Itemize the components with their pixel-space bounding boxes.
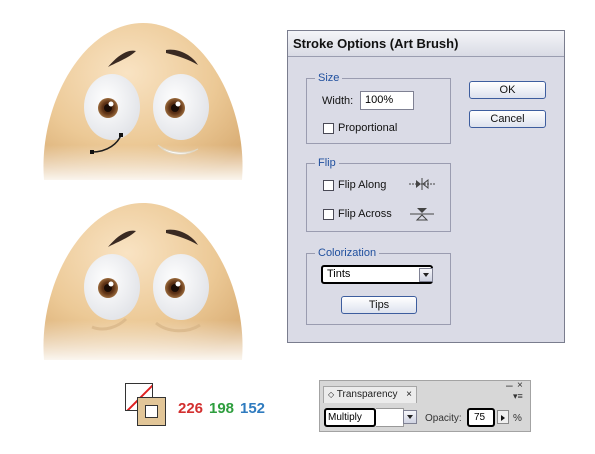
close-panel-icon[interactable]: × [517, 380, 523, 391]
ok-button[interactable]: OK [469, 81, 546, 99]
red-value: 226 [178, 400, 204, 417]
fill-stroke-swatch[interactable] [125, 383, 170, 428]
transparency-panel: ◇ Transparency × – × ▾≡ Multiply Opacity… [319, 378, 531, 432]
flip-across-checkbox[interactable] [323, 209, 334, 220]
opacity-input[interactable]: 75 [467, 408, 495, 427]
blue-value: 152 [240, 400, 266, 417]
size-legend: Size [318, 72, 340, 84]
proportional-checkbox[interactable] [323, 123, 334, 134]
egg-illustration-bottom [38, 203, 248, 365]
cancel-button[interactable]: Cancel [469, 110, 546, 128]
colorization-legend: Colorization [318, 247, 377, 259]
dialog-title: Stroke Options (Art Brush) [288, 31, 564, 57]
flip-across-icon [410, 208, 434, 221]
proportional-label: Proportional [338, 122, 398, 134]
flip-across-label: Flip Across [338, 208, 392, 220]
blend-mode-select[interactable]: Multiply [324, 408, 376, 427]
tab-transparency-label: Transparency [336, 389, 398, 400]
chevron-down-icon[interactable] [419, 268, 433, 282]
tab-transparency[interactable]: ◇ Transparency × [323, 386, 417, 403]
stroke-options-dialog: Stroke Options (Art Brush) OK Cancel Siz… [287, 30, 565, 343]
opacity-percent: % [513, 413, 522, 424]
collapse-icon[interactable]: – [506, 378, 513, 392]
flip-along-label: Flip Along [338, 179, 387, 191]
opacity-label: Opacity: [425, 413, 462, 424]
width-input[interactable]: 100% [360, 91, 414, 110]
tips-button[interactable]: Tips [341, 296, 417, 314]
panel-menu-icon[interactable]: ▾≡ [513, 391, 523, 402]
opacity-arrow-button[interactable] [497, 410, 509, 424]
colorization-method-select[interactable]: Tints [321, 265, 433, 284]
close-tab-icon[interactable]: × [406, 387, 412, 403]
fill-color-swatch[interactable] [137, 397, 166, 426]
flip-along-checkbox[interactable] [323, 180, 334, 191]
tab-diamond-icon: ◇ [328, 390, 335, 399]
flip-legend: Flip [318, 157, 336, 169]
chevron-right-icon [501, 415, 505, 421]
chevron-down-icon[interactable] [403, 410, 417, 424]
width-label: Width: [322, 95, 354, 107]
flip-along-icon [409, 178, 435, 190]
green-value: 198 [209, 400, 235, 417]
blend-mode-dropdown[interactable] [376, 408, 404, 427]
egg-illustration-top [38, 23, 248, 185]
